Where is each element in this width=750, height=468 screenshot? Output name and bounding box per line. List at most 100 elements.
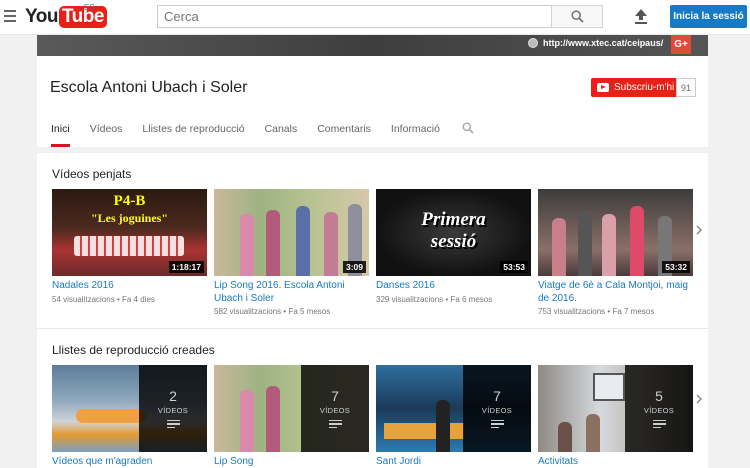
signin-button[interactable]: Inicia la sessió <box>670 5 747 28</box>
thumbnail-image <box>593 373 625 401</box>
video-meta: 329 visualitzacions • Fa 6 mesos <box>376 294 493 304</box>
logo-you-text: You <box>25 6 58 27</box>
playlist-count-label: VÍDEOS <box>319 405 351 415</box>
search-button[interactable] <box>551 5 603 28</box>
globe-icon <box>528 38 538 48</box>
thumbnail-image <box>76 409 146 423</box>
playlist-count-label: VÍDEOS <box>481 405 513 415</box>
shelf-next-arrow-icon[interactable] <box>695 394 703 404</box>
search-icon <box>570 10 584 23</box>
playlist-count: 5 <box>655 387 663 404</box>
video-thumbnail[interactable]: 53:32 <box>538 189 693 276</box>
tab-videos[interactable]: Vídeos <box>90 123 123 147</box>
section-title: Llistes de reproducció creades <box>52 343 215 357</box>
thumbnail-caption: P4-B <box>113 193 146 209</box>
playlist-count-label: VÍDEOS <box>157 405 189 415</box>
thumbnail-image <box>74 236 184 256</box>
playlist-overlay: 5 VÍDEOS <box>625 365 693 452</box>
tab-about[interactable]: Informació <box>391 123 440 147</box>
video-card[interactable]: 53:32 Viatge de 6è a Cala Montjoi, maig … <box>538 189 693 316</box>
channel-banner: http://www.xtec.cat/ceipaus/ G+ <box>37 35 708 56</box>
upload-icon[interactable] <box>633 8 649 26</box>
playlist-thumbnail[interactable]: 5 VÍDEOS <box>538 365 693 452</box>
video-title-link[interactable]: Nadales 2016 <box>52 280 207 293</box>
subscribe-label: Subscriu-m'hi <box>614 82 675 93</box>
playlist-count-label: VÍDEOS <box>643 405 675 415</box>
video-thumbnail[interactable]: P4-B "Les joguines" 1:18:17 <box>52 189 207 276</box>
google-plus-icon[interactable]: G+ <box>671 35 691 54</box>
subscribe-button[interactable]: Subscriu-m'hi <box>591 78 676 97</box>
playlist-title-link[interactable]: Activitats <box>538 456 693 468</box>
youtube-play-icon <box>597 83 609 92</box>
video-thumbnail[interactable]: 3:09 <box>214 189 369 276</box>
playlist-thumbnail[interactable]: 7 VÍDEOS <box>214 365 369 452</box>
thumbnail-caption: Primera <box>421 209 486 230</box>
search-input[interactable] <box>157 5 552 28</box>
playlists-section: Llistes de reproducció creades 2 VÍDEOS … <box>37 329 708 468</box>
thumbnail-image <box>266 386 280 452</box>
playlist-title-link[interactable]: Lip Song <box>214 456 369 468</box>
playlist-card[interactable]: 2 VÍDEOS Vídeos que m'agraden <box>52 365 207 468</box>
section-title: Vídeos penjats <box>52 167 132 181</box>
thumbnail-caption: sessió <box>430 231 477 252</box>
playlist-thumbnail[interactable]: 7 VÍDEOS <box>376 365 531 452</box>
thumbnail-image <box>296 206 310 276</box>
video-meta: 753 visualitzacions • Fa 7 mesos <box>538 307 655 316</box>
thumbnail-image <box>266 210 280 276</box>
video-duration: 1:18:17 <box>168 261 204 273</box>
video-meta: 582 visualitzacions • Fa 5 mesos <box>214 307 331 316</box>
video-duration: 3:09 <box>342 261 366 273</box>
playlist-icon <box>490 419 504 429</box>
video-thumbnail[interactable]: Primera sessió 53:53 <box>376 189 531 276</box>
playlist-count: 7 <box>493 387 501 404</box>
banner-link-text: http://www.xtec.cat/ceipaus/ <box>543 38 664 48</box>
video-title-link[interactable]: Lip Song 2016. Escola Antoni Ubach i Sol… <box>214 280 369 305</box>
thumbnail-image <box>578 210 592 276</box>
video-card[interactable]: Primera sessió 53:53 Danses 2016 329 vis… <box>376 189 531 304</box>
channel-search-icon[interactable] <box>462 122 474 134</box>
video-duration: 53:32 <box>662 261 690 273</box>
thumbnail-caption: "Les joguines" <box>91 211 168 225</box>
playlist-title-link[interactable]: Sant Jordi <box>376 456 531 468</box>
playlist-overlay: 7 VÍDEOS <box>463 365 531 452</box>
tab-comments[interactable]: Comentaris <box>317 123 371 147</box>
banner-website-link[interactable]: http://www.xtec.cat/ceipaus/ <box>528 38 663 48</box>
playlist-icon <box>328 419 342 429</box>
youtube-logo[interactable]: You Tube ES <box>25 3 107 28</box>
playlist-count: 7 <box>331 387 339 404</box>
video-card[interactable]: 3:09 Lip Song 2016. Escola Antoni Ubach … <box>214 189 369 316</box>
thumbnail-image <box>630 206 644 276</box>
playlist-overlay: 2 VÍDEOS <box>139 365 207 452</box>
playlist-icon <box>652 419 666 429</box>
channel-title: Escola Antoni Ubach i Soler <box>50 79 248 96</box>
video-title-link[interactable]: Danses 2016 <box>376 280 531 293</box>
channel-tabs: Inici Vídeos Llistes de reproducció Cana… <box>51 122 474 147</box>
menu-icon[interactable] <box>4 10 16 22</box>
playlist-thumbnail[interactable]: 2 VÍDEOS <box>52 365 207 452</box>
thumbnail-image <box>602 214 616 276</box>
playlist-overlay: 7 VÍDEOS <box>301 365 369 452</box>
tab-playlists[interactable]: Llistes de reproducció <box>142 123 244 147</box>
tab-channels[interactable]: Canals <box>265 123 298 147</box>
video-title-link[interactable]: Viatge de 6è a Cala Montjoi, maig de 201… <box>538 280 693 305</box>
playlist-count: 2 <box>169 387 177 404</box>
thumbnail-image <box>240 390 254 452</box>
playlist-icon <box>166 419 180 429</box>
playlist-card[interactable]: 7 VÍDEOS Sant Jordi <box>376 365 531 468</box>
masthead: You Tube ES Inicia la sessió <box>0 0 750 35</box>
uploaded-videos-section: Vídeos penjats P4-B "Les joguines" 1:18:… <box>37 153 708 329</box>
thumbnail-image <box>558 422 572 452</box>
playlist-card[interactable]: 5 VÍDEOS Activitats <box>538 365 693 468</box>
playlist-title-link[interactable]: Vídeos que m'agraden <box>52 456 207 468</box>
video-card[interactable]: P4-B "Les joguines" 1:18:17 Nadales 2016… <box>52 189 207 304</box>
playlist-card[interactable]: 7 VÍDEOS Lip Song <box>214 365 369 468</box>
thumbnail-image <box>324 212 338 276</box>
logo-tube-text: Tube <box>58 6 107 28</box>
region-label: ES <box>84 3 95 12</box>
subscriber-count: 91 <box>676 78 696 97</box>
tab-inici[interactable]: Inici <box>51 123 70 147</box>
thumbnail-image <box>436 400 450 452</box>
channel-header: http://www.xtec.cat/ceipaus/ G+ Escola A… <box>37 35 708 147</box>
video-meta: 54 visualitzacions • Fa 4 dies <box>52 294 155 304</box>
shelf-next-arrow-icon[interactable] <box>695 225 703 235</box>
